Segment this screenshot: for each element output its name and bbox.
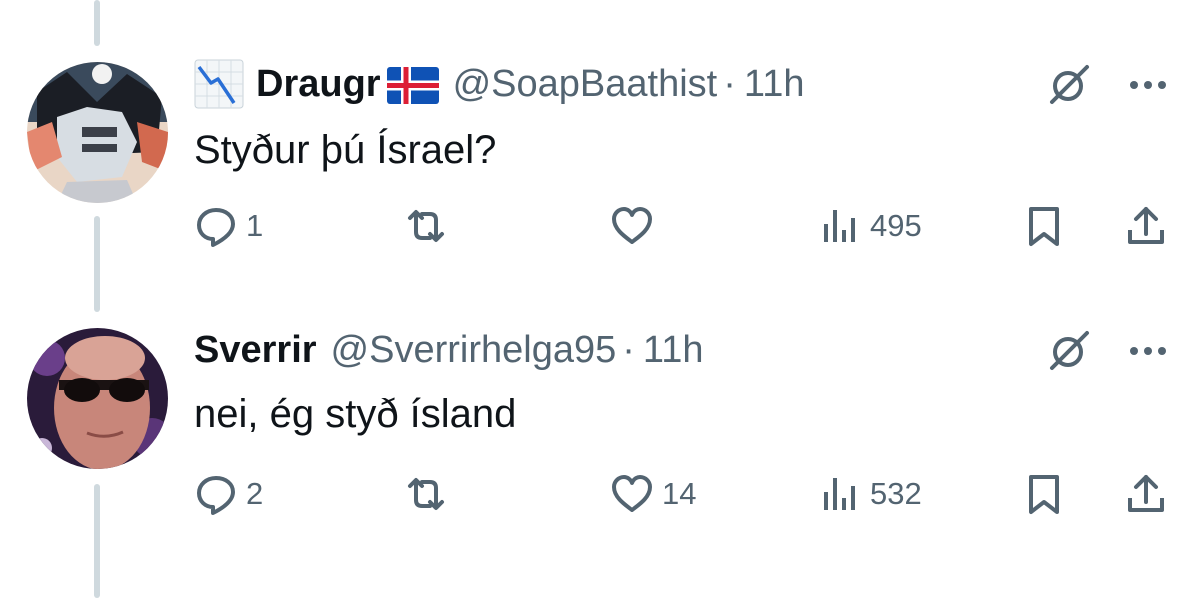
reply-button[interactable]: 1 <box>194 204 263 248</box>
view-count: 495 <box>870 208 922 243</box>
tweet-text: nei, ég styð ísland <box>194 392 517 436</box>
avatar[interactable] <box>27 328 168 469</box>
avatar[interactable] <box>27 62 168 203</box>
more-options-icon[interactable] <box>1128 78 1168 92</box>
avatar-image <box>27 62 168 203</box>
bookmark-icon <box>1029 207 1059 246</box>
share-button[interactable] <box>1124 204 1168 248</box>
views-icon <box>824 210 855 242</box>
iceland-flag-icon <box>386 66 439 104</box>
retweet-icon <box>408 478 444 510</box>
reply-count: 2 <box>246 476 264 511</box>
tweet-header: Sverrir @Sverrirhelga95 · 11h <box>194 322 704 378</box>
separator-dot: · <box>723 62 736 105</box>
reply-icon <box>197 208 235 247</box>
share-icon <box>1128 475 1164 512</box>
views-button[interactable]: 532 <box>818 472 922 516</box>
bookmark-icon <box>1029 475 1059 514</box>
view-count: 532 <box>870 476 922 511</box>
tweet-top-actions <box>1046 328 1168 374</box>
retweet-button[interactable] <box>404 472 456 516</box>
views-icon <box>824 478 855 510</box>
like-button[interactable]: 14 <box>610 472 696 516</box>
retweet-icon <box>408 210 444 242</box>
bookmark-button[interactable] <box>1022 204 1066 248</box>
user-handle[interactable]: @Sverrirhelga95 <box>331 329 617 372</box>
user-handle[interactable]: @SoapBaathist <box>453 63 718 106</box>
retweet-button[interactable] <box>404 204 456 248</box>
tweet-text: Styður þú Ísrael? <box>194 128 497 172</box>
tweet-top-actions <box>1046 62 1168 108</box>
grok-icon[interactable] <box>1046 62 1092 108</box>
share-icon <box>1128 207 1164 244</box>
grok-icon[interactable] <box>1046 328 1092 374</box>
bookmark-button[interactable] <box>1022 472 1066 516</box>
reply-count: 1 <box>246 208 264 243</box>
heart-icon <box>612 475 652 512</box>
thread-line-middle <box>94 216 100 312</box>
reply-button[interactable]: 2 <box>194 472 263 516</box>
separator-dot: · <box>622 328 635 371</box>
timestamp[interactable]: 11h <box>643 329 704 372</box>
share-button[interactable] <box>1124 472 1168 516</box>
like-count: 14 <box>662 476 697 511</box>
display-name[interactable]: Draugr <box>256 63 381 106</box>
like-button[interactable] <box>610 204 662 248</box>
timestamp[interactable]: 11h <box>744 63 805 106</box>
tweet-header: Draugr @SoapBaathist · 11h <box>194 56 804 112</box>
reply-icon <box>197 476 235 515</box>
more-options-icon[interactable] <box>1128 344 1168 358</box>
chart-decreasing-icon <box>194 59 244 109</box>
heart-icon <box>612 207 652 244</box>
thread-line-top <box>94 0 100 46</box>
thread-line-bottom <box>94 484 100 598</box>
views-button[interactable]: 495 <box>818 204 922 248</box>
display-name[interactable]: Sverrir <box>194 329 317 372</box>
avatar-image <box>27 328 168 469</box>
